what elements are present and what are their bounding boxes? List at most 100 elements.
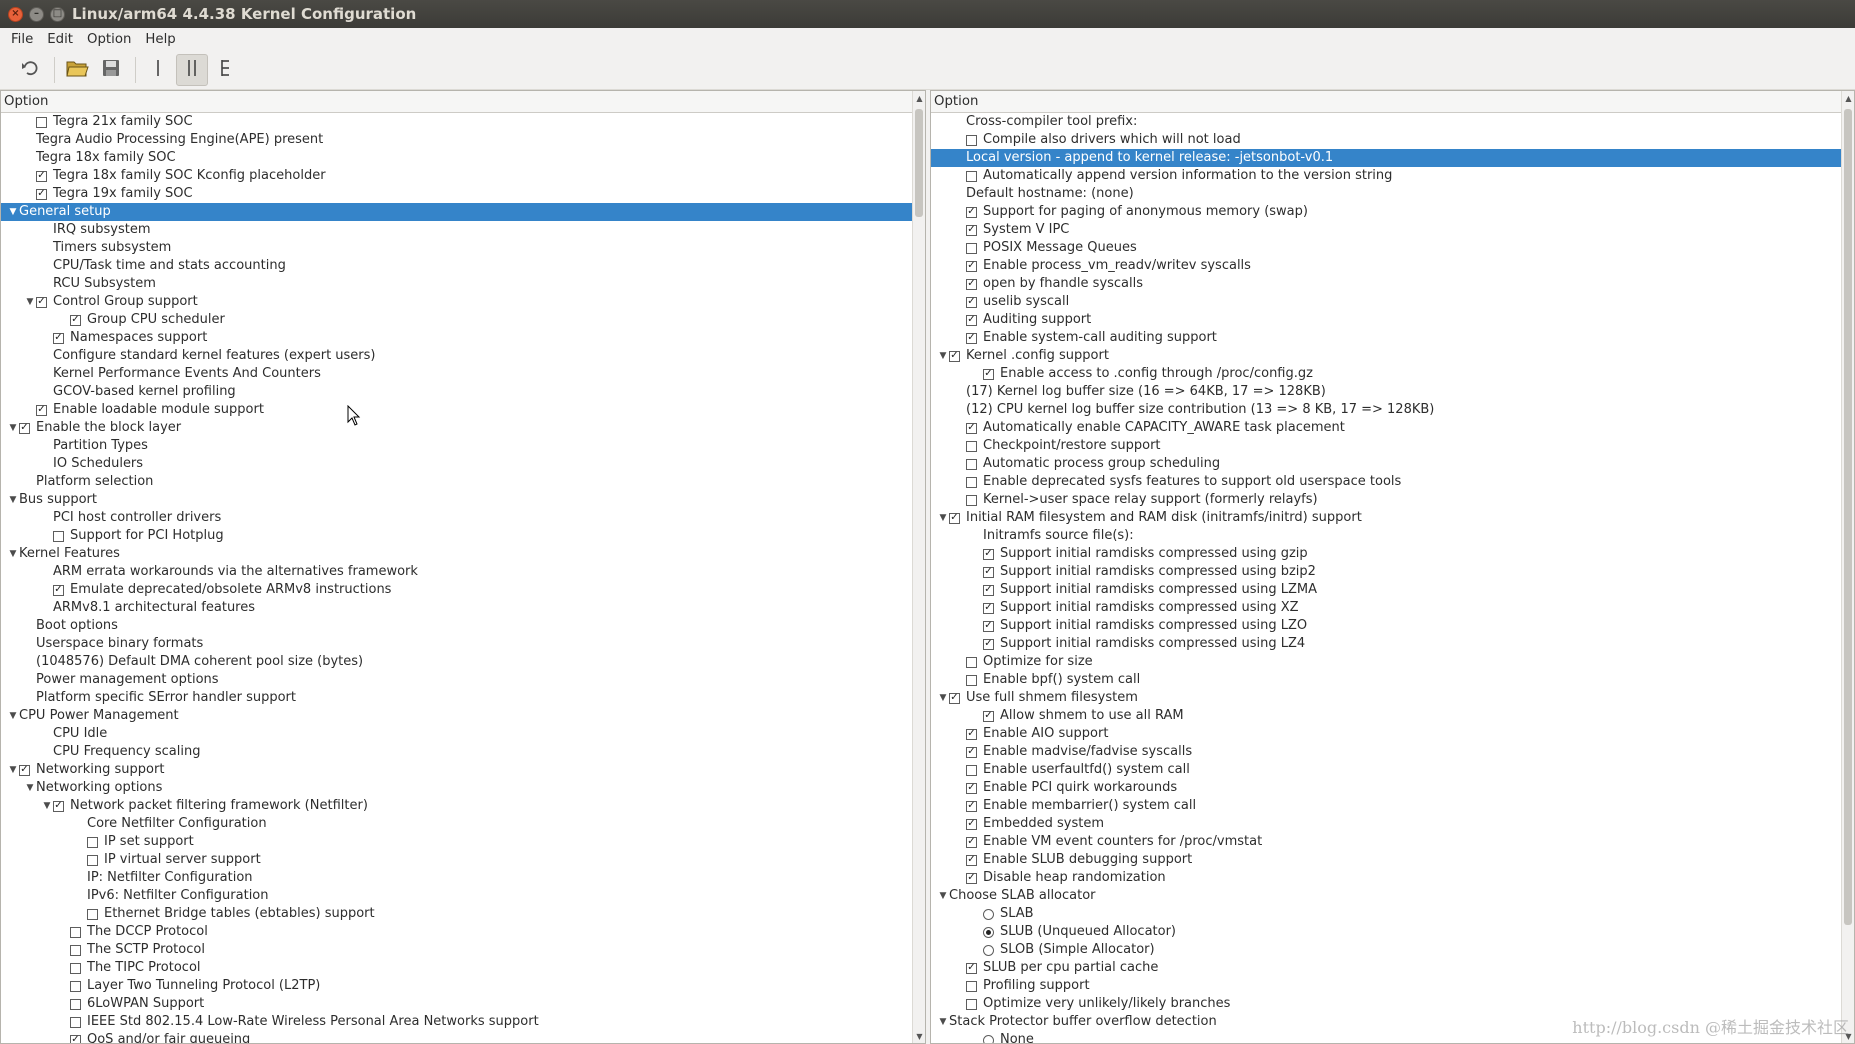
checkbox-unchecked-icon[interactable] bbox=[87, 908, 98, 920]
expand-arrow-icon[interactable]: ▼ bbox=[7, 419, 19, 437]
checkbox-checked-icon[interactable]: ✓ bbox=[966, 818, 977, 830]
menu-help[interactable]: Help bbox=[138, 32, 182, 47]
expand-arrow-icon[interactable]: ▼ bbox=[7, 203, 19, 221]
checkbox-checked-icon[interactable]: ✓ bbox=[966, 206, 977, 218]
option-row[interactable]: IP: Netfilter Configuration bbox=[1, 869, 925, 887]
checkbox-unchecked-icon[interactable] bbox=[53, 530, 64, 542]
checkbox-checked-icon[interactable]: ✓ bbox=[966, 296, 977, 308]
checkbox-checked-icon[interactable]: ✓ bbox=[966, 872, 977, 884]
checkbox-checked-icon[interactable]: ✓ bbox=[70, 1034, 81, 1043]
option-row[interactable]: ▼ Choose SLAB allocator bbox=[931, 887, 1854, 905]
option-row[interactable]: RCU Subsystem bbox=[1, 275, 925, 293]
checkbox-checked-icon[interactable]: ✓ bbox=[966, 782, 977, 794]
option-row[interactable]: ▼ CPU Power Management bbox=[1, 707, 925, 725]
checkbox-unchecked-icon[interactable] bbox=[966, 764, 977, 776]
checkbox-unchecked-icon[interactable] bbox=[966, 674, 977, 686]
option-row[interactable]: Local version - append to kernel release… bbox=[931, 149, 1854, 167]
checkbox-unchecked-icon[interactable] bbox=[70, 998, 81, 1010]
option-row[interactable]: Enable userfaultfd() system call bbox=[931, 761, 1854, 779]
checkbox-unchecked-icon[interactable] bbox=[966, 134, 977, 146]
minimize-icon[interactable]: – bbox=[29, 6, 44, 22]
expand-arrow-icon[interactable]: ▼ bbox=[41, 797, 53, 815]
scroll-up-icon[interactable]: ▲ bbox=[1842, 91, 1854, 105]
option-row[interactable]: Boot options bbox=[1, 617, 925, 635]
radio-unselected-icon[interactable] bbox=[983, 944, 994, 956]
checkbox-checked-icon[interactable]: ✓ bbox=[983, 602, 994, 614]
option-row[interactable]: Optimize for size bbox=[931, 653, 1854, 671]
option-row[interactable]: Enable bpf() system call bbox=[931, 671, 1854, 689]
checkbox-unchecked-icon[interactable] bbox=[966, 998, 977, 1010]
option-row[interactable]: ✓ Tegra 19x family SOC bbox=[1, 185, 925, 203]
option-row[interactable]: CPU Frequency scaling bbox=[1, 743, 925, 761]
scrollbar-thumb[interactable] bbox=[1844, 109, 1852, 925]
checkbox-checked-icon[interactable]: ✓ bbox=[949, 350, 960, 362]
option-row[interactable]: ✓ Enable PCI quirk workarounds bbox=[931, 779, 1854, 797]
checkbox-unchecked-icon[interactable] bbox=[36, 116, 47, 128]
expand-arrow-icon[interactable]: ▼ bbox=[937, 1013, 949, 1031]
checkbox-checked-icon[interactable]: ✓ bbox=[36, 404, 47, 416]
close-icon[interactable]: × bbox=[8, 6, 23, 22]
option-row[interactable]: Default hostname: (none) bbox=[931, 185, 1854, 203]
option-row[interactable]: ✓ Emulate deprecated/obsolete ARMv8 instr… bbox=[1, 581, 925, 599]
option-row[interactable]: ▼ ✓ Control Group support bbox=[1, 293, 925, 311]
left-scrollbar[interactable]: ▲ ▼ bbox=[912, 91, 925, 1043]
checkbox-unchecked-icon[interactable] bbox=[966, 242, 977, 254]
option-row[interactable]: ✓ Embedded system bbox=[931, 815, 1854, 833]
option-row[interactable]: The DCCP Protocol bbox=[1, 923, 925, 941]
option-row[interactable]: ARMv8.1 architectural features bbox=[1, 599, 925, 617]
option-row[interactable]: ✓ Support initial ramdisks compressed usi… bbox=[931, 563, 1854, 581]
option-row[interactable]: ✓ Tegra 18x family SOC Kconfig placeholde… bbox=[1, 167, 925, 185]
checkbox-checked-icon[interactable]: ✓ bbox=[949, 512, 960, 524]
option-row[interactable]: ✓ Enable access to .config through /proc/… bbox=[931, 365, 1854, 383]
scroll-down-icon[interactable]: ▼ bbox=[913, 1029, 925, 1043]
option-row[interactable]: ▼ ✓ Initial RAM filesystem and RAM disk (i… bbox=[931, 509, 1854, 527]
checkbox-checked-icon[interactable]: ✓ bbox=[983, 548, 994, 560]
option-row[interactable]: ▼ ✓ Networking support bbox=[1, 761, 925, 779]
option-row[interactable]: ✓ Enable loadable module support bbox=[1, 401, 925, 419]
checkbox-checked-icon[interactable]: ✓ bbox=[53, 584, 64, 596]
menu-file[interactable]: File bbox=[4, 32, 40, 47]
option-row[interactable]: IO Schedulers bbox=[1, 455, 925, 473]
option-row[interactable]: Optimize very unlikely/likely branches bbox=[931, 995, 1854, 1013]
left-column-header[interactable]: Option bbox=[1, 91, 925, 113]
expand-arrow-icon[interactable]: ▼ bbox=[937, 689, 949, 707]
option-row[interactable]: ✓ QoS and/or fair queueing bbox=[1, 1031, 925, 1043]
option-row[interactable]: ▼ ✓ Enable the block layer bbox=[1, 419, 925, 437]
checkbox-checked-icon[interactable]: ✓ bbox=[966, 332, 977, 344]
option-row[interactable]: ▼ ✓ Network packet filtering framework (Ne… bbox=[1, 797, 925, 815]
checkbox-checked-icon[interactable]: ✓ bbox=[966, 854, 977, 866]
option-row[interactable]: Userspace binary formats bbox=[1, 635, 925, 653]
option-row[interactable]: GCOV-based kernel profiling bbox=[1, 383, 925, 401]
save-button[interactable] bbox=[95, 54, 127, 86]
checkbox-checked-icon[interactable]: ✓ bbox=[966, 278, 977, 290]
checkbox-checked-icon[interactable]: ✓ bbox=[983, 638, 994, 650]
option-row[interactable]: Support for PCI Hotplug bbox=[1, 527, 925, 545]
expand-arrow-icon[interactable]: ▼ bbox=[937, 347, 949, 365]
option-row[interactable]: ▼ Kernel Features bbox=[1, 545, 925, 563]
radio-unselected-icon[interactable] bbox=[983, 1034, 994, 1043]
option-row[interactable]: Automatically append version information… bbox=[931, 167, 1854, 185]
option-row[interactable]: The SCTP Protocol bbox=[1, 941, 925, 959]
checkbox-unchecked-icon[interactable] bbox=[966, 170, 977, 182]
option-row[interactable]: ✓ Support initial ramdisks compressed usi… bbox=[931, 599, 1854, 617]
checkbox-checked-icon[interactable]: ✓ bbox=[949, 692, 960, 704]
menu-edit[interactable]: Edit bbox=[40, 32, 80, 47]
option-row[interactable]: POSIX Message Queues bbox=[931, 239, 1854, 257]
checkbox-checked-icon[interactable]: ✓ bbox=[983, 620, 994, 632]
expand-arrow-icon[interactable]: ▼ bbox=[24, 779, 36, 797]
option-row[interactable]: Automatic process group scheduling bbox=[931, 455, 1854, 473]
checkbox-checked-icon[interactable]: ✓ bbox=[983, 584, 994, 596]
option-row[interactable]: Profiling support bbox=[931, 977, 1854, 995]
option-row[interactable]: ✓ Enable process_vm_readv/writev syscalls bbox=[931, 257, 1854, 275]
option-row[interactable]: Power management options bbox=[1, 671, 925, 689]
option-row[interactable]: ✓ Enable madvise/fadvise syscalls bbox=[931, 743, 1854, 761]
expand-arrow-icon[interactable]: ▼ bbox=[7, 545, 19, 563]
checkbox-unchecked-icon[interactable] bbox=[966, 494, 977, 506]
option-row[interactable]: IP virtual server support bbox=[1, 851, 925, 869]
checkbox-unchecked-icon[interactable] bbox=[966, 980, 977, 992]
checkbox-checked-icon[interactable]: ✓ bbox=[966, 836, 977, 848]
option-row[interactable]: Platform selection bbox=[1, 473, 925, 491]
option-row[interactable]: IEEE Std 802.15.4 Low-Rate Wireless Pers… bbox=[1, 1013, 925, 1031]
option-row[interactable]: Checkpoint/restore support bbox=[931, 437, 1854, 455]
option-row[interactable]: Partition Types bbox=[1, 437, 925, 455]
